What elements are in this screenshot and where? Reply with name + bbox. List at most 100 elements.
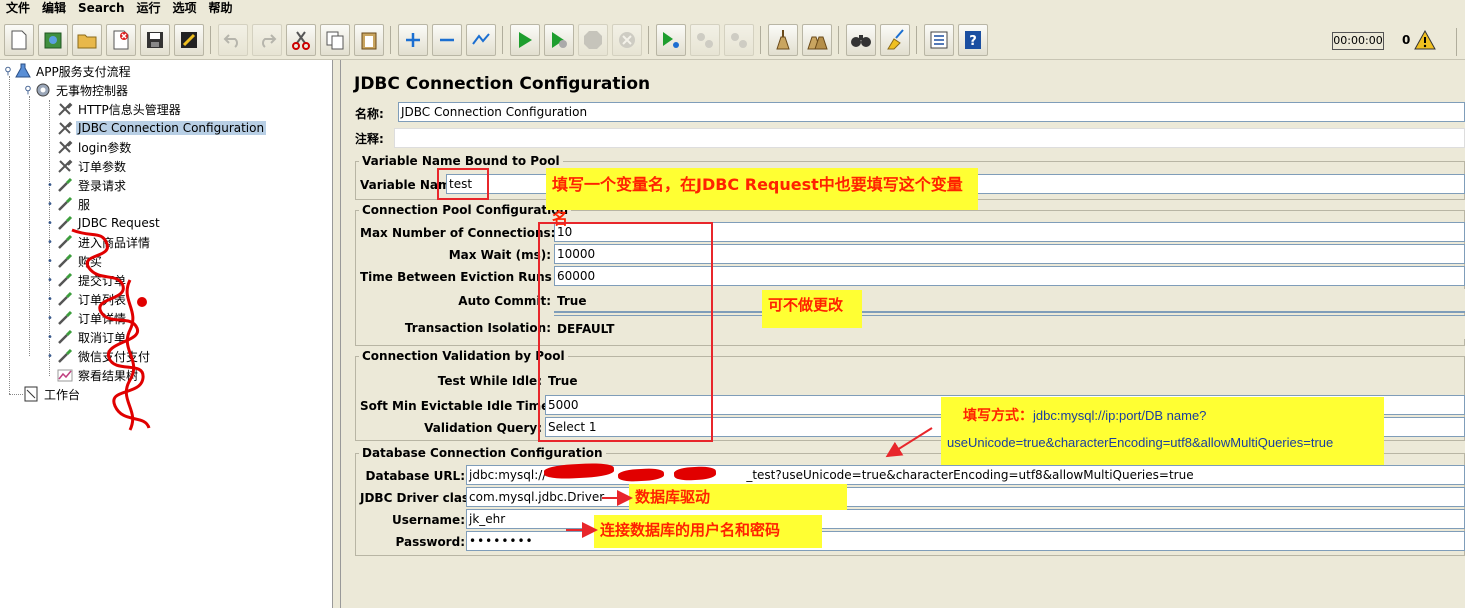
sampler-icon xyxy=(56,253,74,269)
database-url-field[interactable]: jdbc:mysql:// _test?useUnicode=true&chara… xyxy=(466,465,1465,485)
sampler-icon xyxy=(56,272,74,288)
tree-item[interactable]: • JDBC Request xyxy=(44,214,162,232)
expand-toggle-icon[interactable]: • xyxy=(44,180,56,191)
tree-item[interactable]: • 服 xyxy=(44,195,92,213)
variable-highlight-box xyxy=(437,168,489,200)
expand-toggle-icon[interactable]: • xyxy=(44,332,56,343)
menu-edit[interactable]: 编辑 xyxy=(36,0,72,18)
cut-icon[interactable] xyxy=(286,24,316,56)
url-suffix: _test?useUnicode=true&characterEncoding=… xyxy=(746,468,1194,482)
sampler-icon xyxy=(56,329,74,345)
jdbc-config-panel: JDBC Connection Configuration 名称: JDBC C… xyxy=(342,60,1465,608)
group-title: Connection Validation by Pool xyxy=(362,349,565,363)
expand-toggle-icon[interactable]: • xyxy=(44,313,56,324)
menu-options[interactable]: 选项 xyxy=(167,0,203,18)
no-change-note: 可不做更改 xyxy=(762,290,862,328)
tree-item[interactable]: • 微信支付支付 xyxy=(44,347,152,365)
undo-icon[interactable] xyxy=(218,24,248,56)
tree-item[interactable]: • 提交订单 xyxy=(44,271,128,289)
toggle-icon[interactable] xyxy=(466,24,496,56)
tree-label: JDBC Connection Configuration xyxy=(76,121,267,135)
close-icon[interactable] xyxy=(106,24,136,56)
help-icon[interactable]: ? xyxy=(958,24,988,56)
templates-icon[interactable] xyxy=(38,24,68,56)
reset-search-icon[interactable] xyxy=(880,24,910,56)
expand-toggle-icon[interactable]: • xyxy=(44,294,56,305)
tree-item[interactable]: JDBC Connection Configuration xyxy=(44,119,267,137)
collapse-toggle-icon[interactable]: ⚲ xyxy=(2,66,14,77)
new-icon[interactable] xyxy=(4,24,34,56)
config-tool-icon xyxy=(56,139,74,155)
copy-icon[interactable] xyxy=(320,24,350,56)
collapse-icon[interactable] xyxy=(432,24,462,56)
save-as-icon[interactable] xyxy=(174,24,204,56)
remote-start-icon[interactable] xyxy=(656,24,686,56)
start-no-pauses-icon[interactable] xyxy=(544,24,574,56)
warning-icon[interactable] xyxy=(1414,30,1436,50)
tree-item[interactable]: • 登录请求 xyxy=(44,176,128,194)
error-count: 0 xyxy=(1402,33,1411,47)
pool-highlight-box xyxy=(538,222,713,442)
name-field[interactable]: JDBC Connection Configuration xyxy=(398,102,1465,122)
tree-item[interactable]: • 进入商品详情 xyxy=(44,233,152,251)
remote-shutdown-icon[interactable] xyxy=(724,24,754,56)
soft-min-idle-label: Soft Min Evictable Idle Time(ms): xyxy=(360,399,585,413)
clear-icon[interactable] xyxy=(768,24,798,56)
variable-note: 填写一个变量名，在JDBC Request中也要填写这个变量名 xyxy=(546,168,978,228)
tree-item-controller[interactable]: ⚲ 无事物控制器 xyxy=(22,81,130,99)
expand-toggle-icon[interactable]: • xyxy=(44,237,56,248)
stop-icon[interactable] xyxy=(578,24,608,56)
config-tool-icon xyxy=(56,158,74,174)
clear-all-icon[interactable] xyxy=(802,24,832,56)
toolbar: ? 00:00:00 0 xyxy=(0,20,1465,60)
tree-item[interactable]: 察看结果树 xyxy=(44,366,140,384)
tree-label: 订单详情 xyxy=(78,311,127,326)
driver-class-field[interactable]: com.mysql.jdbc.Driver xyxy=(466,487,1465,507)
tree-item[interactable]: • 购买 xyxy=(44,252,104,270)
comment-field[interactable] xyxy=(394,128,1465,148)
tree-item[interactable]: • 订单列表 xyxy=(44,290,128,308)
split-pane-divider[interactable] xyxy=(333,60,341,608)
config-tool-icon xyxy=(56,120,74,136)
database-url-label: Database URL: xyxy=(365,469,465,483)
tree-item[interactable]: HTTP信息头管理器 xyxy=(44,100,183,118)
eviction-runs-label: Time Between Eviction Runs (ms): xyxy=(360,270,592,284)
shutdown-icon[interactable] xyxy=(612,24,642,56)
menu-search[interactable]: Search xyxy=(72,0,130,18)
tree-item[interactable]: • 取消订单 xyxy=(44,328,128,346)
username-label: Username: xyxy=(391,513,465,527)
elapsed-timer: 00:00:00 xyxy=(1332,32,1384,50)
workbench-icon xyxy=(22,386,40,402)
sampler-icon xyxy=(56,177,74,193)
url-format-note: 填写方式：jdbc:mysql://ip:port/DB name? useUn… xyxy=(941,397,1384,465)
function-helper-icon[interactable] xyxy=(924,24,954,56)
expand-toggle-icon[interactable]: • xyxy=(44,256,56,267)
tree-item[interactable]: 订单参数 xyxy=(44,157,128,175)
expand-toggle-icon[interactable]: • xyxy=(44,351,56,362)
validation-query-label: Validation Query: xyxy=(424,421,542,435)
isolation-label: Transaction Isolation: xyxy=(404,321,551,335)
tree-item-workbench[interactable]: 工作台 xyxy=(22,385,82,403)
expand-toggle-icon[interactable]: • xyxy=(44,199,56,210)
start-icon[interactable] xyxy=(510,24,540,56)
expand-toggle-icon[interactable]: • xyxy=(44,275,56,286)
search-icon[interactable] xyxy=(846,24,876,56)
save-icon[interactable] xyxy=(140,24,170,56)
collapse-toggle-icon[interactable]: ⚲ xyxy=(22,85,34,96)
results-tree-icon xyxy=(56,367,74,383)
tree-item[interactable]: login参数 xyxy=(44,138,133,156)
comment-label: 注释: xyxy=(355,132,384,146)
expand-icon[interactable] xyxy=(398,24,428,56)
tree-item-root[interactable]: ⚲ APP服务支付流程 xyxy=(2,62,133,80)
open-icon[interactable] xyxy=(72,24,102,56)
redo-icon[interactable] xyxy=(252,24,282,56)
driver-note: 数据库驱动 xyxy=(629,484,847,510)
expand-toggle-icon[interactable]: • xyxy=(44,218,56,229)
group-title: Variable Name Bound to Pool xyxy=(362,154,560,168)
menu-run[interactable]: 运行 xyxy=(130,0,166,18)
paste-icon[interactable] xyxy=(354,24,384,56)
menu-file[interactable]: 文件 xyxy=(0,0,36,18)
menu-help[interactable]: 帮助 xyxy=(203,0,239,18)
remote-stop-icon[interactable] xyxy=(690,24,720,56)
tree-item[interactable]: • 订单详情 xyxy=(44,309,128,327)
